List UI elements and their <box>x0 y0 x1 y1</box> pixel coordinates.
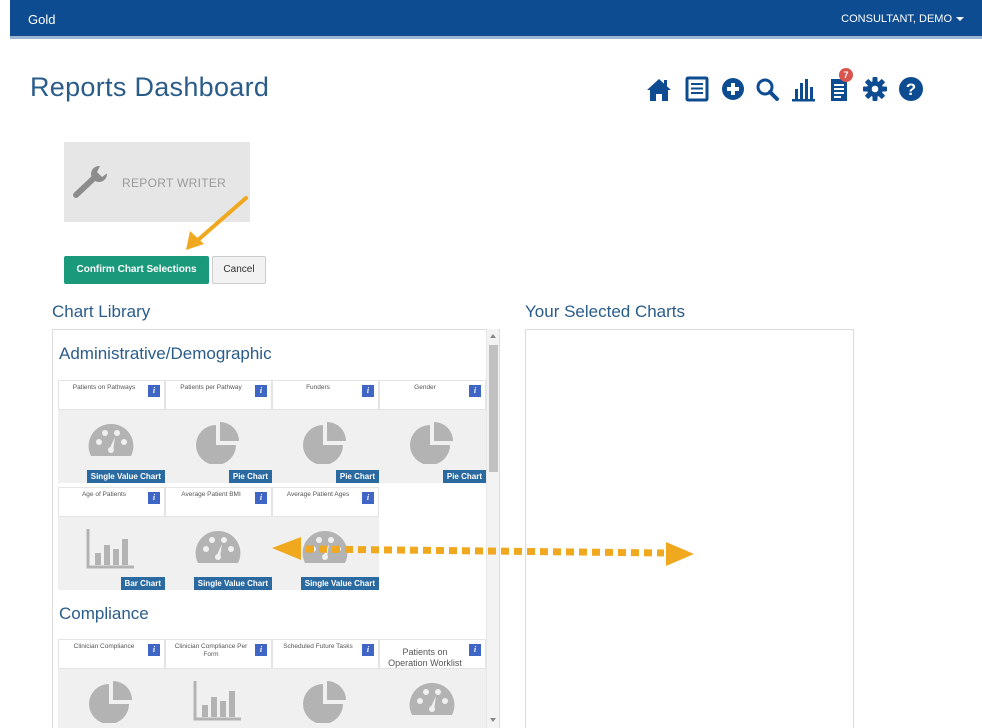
info-icon[interactable]: i <box>362 644 374 656</box>
notifications-icon[interactable]: 7 <box>825 68 853 104</box>
chart-card[interactable]: Gender i Pie Chart <box>379 380 486 483</box>
bar-chart-icon[interactable] <box>789 74 817 104</box>
search-icon[interactable] <box>753 74 781 104</box>
info-icon[interactable]: i <box>255 492 267 504</box>
wrench-icon <box>73 164 109 198</box>
bar-chart-icon <box>86 529 134 569</box>
info-icon[interactable]: i <box>469 644 481 656</box>
info-icon[interactable]: i <box>148 644 160 656</box>
info-icon[interactable]: i <box>148 385 160 397</box>
pie-chart-icon <box>89 681 132 723</box>
chart-type-label: Bar Chart <box>120 577 165 590</box>
chart-card[interactable]: Funders i Pie Chart <box>272 380 379 483</box>
gauge-icon <box>88 423 134 456</box>
chart-name: Gender <box>414 384 436 391</box>
gauge-icon <box>409 682 455 715</box>
selected-charts-title: Your Selected Charts <box>525 302 686 321</box>
chart-type-label: Pie Chart <box>442 470 486 483</box>
user-name: CONSULTANT, DEMO <box>841 13 952 25</box>
chart-name: Age of Patients <box>81 491 127 498</box>
chart-name: Average Patient Ages <box>286 491 350 498</box>
chart-type-label: Pie Chart <box>335 470 379 483</box>
confirm-chart-selections-button[interactable]: Confirm Chart Selections <box>64 256 209 284</box>
chart-name: Patients on Operation Worklist <box>388 647 462 668</box>
chart-type-label: Single Value Chart <box>86 470 165 483</box>
category-title: Compliance <box>59 604 149 623</box>
chart-type-label: Pie Chart <box>228 470 272 483</box>
chart-type-label: Single Value Chart <box>193 577 272 590</box>
info-icon[interactable]: i <box>362 492 374 504</box>
chart-name: Clinician Compliance <box>73 643 135 650</box>
bar-chart-icon <box>193 681 241 721</box>
notification-badge: 7 <box>839 68 853 82</box>
chart-card[interactable]: Age of Patients i Bar Chart <box>58 487 165 590</box>
gauge-icon <box>302 530 348 563</box>
chart-name: Clinician Compliance Per Form <box>174 643 248 658</box>
chart-library-title: Chart Library <box>52 302 151 321</box>
chart-card[interactable]: Clinician Compliance Per Form i <box>165 639 272 728</box>
pie-chart-icon <box>303 681 346 723</box>
app-brand[interactable]: Gold <box>28 12 55 27</box>
report-writer-label: REPORT WRITER <box>122 176 227 190</box>
report-writer-tile[interactable]: REPORT WRITER <box>64 142 250 222</box>
pie-chart-icon <box>196 422 239 464</box>
page-title: Reports Dashboard <box>30 72 270 102</box>
info-icon[interactable]: i <box>255 644 267 656</box>
selected-charts-panel[interactable] <box>525 329 854 728</box>
scroll-thumb[interactable] <box>489 345 498 472</box>
info-icon[interactable]: i <box>255 385 267 397</box>
caret-down-icon <box>956 17 964 22</box>
chart-type-label: Single Value Chart <box>300 577 379 590</box>
add-circle-icon[interactable] <box>719 74 747 104</box>
pie-chart-icon <box>410 422 453 464</box>
info-icon[interactable]: i <box>148 492 160 504</box>
chart-library-panel[interactable]: Administrative/Demographic Patients on P… <box>52 329 500 728</box>
toolbar: 7 ? <box>645 68 965 106</box>
gear-icon[interactable] <box>861 74 889 104</box>
chart-name: Funders <box>306 384 330 391</box>
list-icon[interactable] <box>683 74 711 104</box>
pie-chart-icon <box>303 422 346 464</box>
info-icon[interactable]: i <box>362 385 374 397</box>
chart-card[interactable]: Average Patient Ages i Single Value Chart <box>272 487 379 590</box>
info-icon[interactable]: i <box>469 385 481 397</box>
svg-text:?: ? <box>906 80 916 99</box>
scroll-down-arrow-icon[interactable] <box>490 718 496 722</box>
scroll-up-arrow-icon[interactable] <box>490 334 496 338</box>
help-icon[interactable]: ? <box>897 74 925 104</box>
chart-name: Patients on Pathways <box>72 384 136 391</box>
home-icon[interactable] <box>645 74 673 104</box>
category-title: Administrative/Demographic <box>59 344 272 363</box>
chart-card[interactable]: Average Patient BMI i Single Value Chart <box>165 487 272 590</box>
library-scrollbar[interactable] <box>486 329 499 728</box>
chart-name: Patients per Pathway <box>180 384 242 391</box>
chart-name: Scheduled Future Tasks <box>283 643 353 650</box>
top-navbar: Gold CONSULTANT, DEMO <box>10 0 982 39</box>
chart-card[interactable]: Patients on Pathways i Single Value Chart <box>58 380 165 483</box>
chart-card[interactable]: Scheduled Future Tasks i <box>272 639 379 728</box>
chart-card[interactable]: Patients on Operation Worklist i <box>379 639 486 728</box>
chart-card[interactable]: Clinician Compliance i <box>58 639 165 728</box>
user-menu[interactable]: CONSULTANT, DEMO <box>841 13 964 25</box>
chart-name: Average Patient BMI <box>181 491 241 498</box>
gauge-icon <box>195 530 241 563</box>
chart-card[interactable]: Patients per Pathway i Pie Chart <box>165 380 272 483</box>
cancel-button[interactable]: Cancel <box>212 256 266 284</box>
